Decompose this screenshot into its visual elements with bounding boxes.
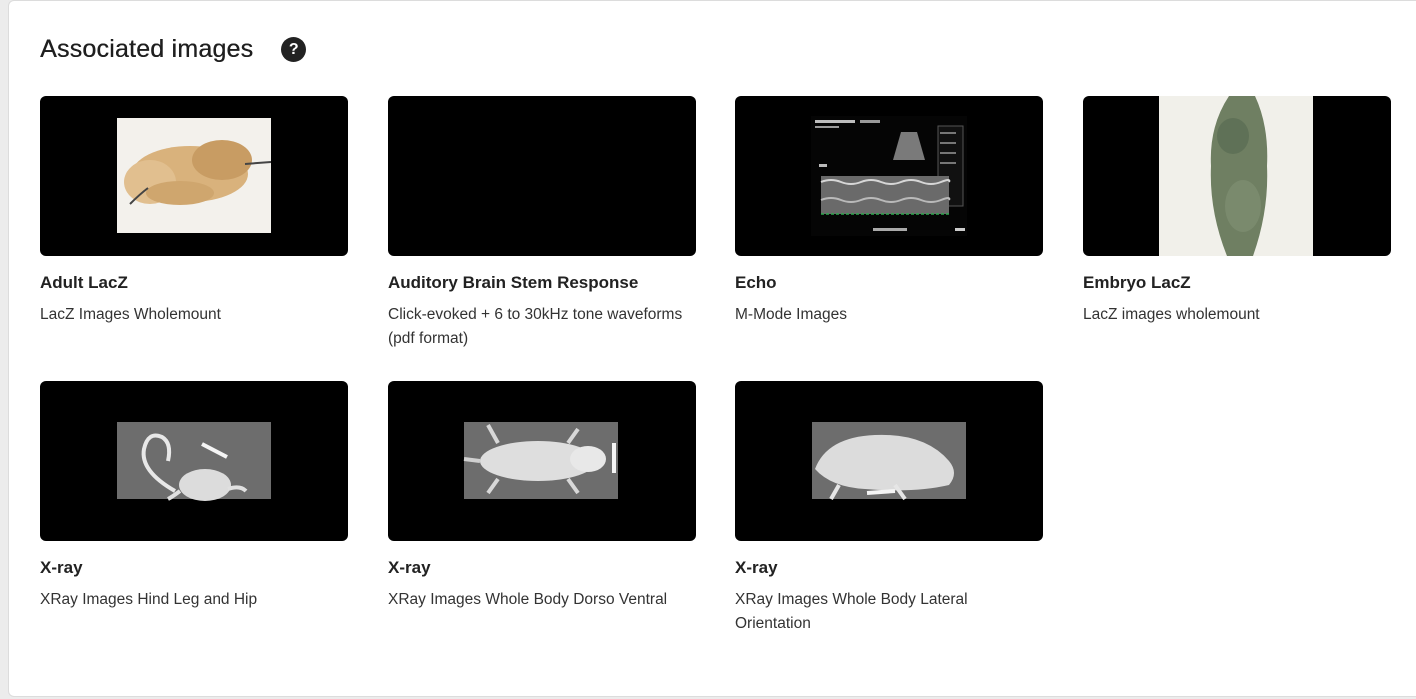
echo-thumbnail[interactable] xyxy=(735,96,1043,256)
auditory-brain-stem-thumbnail[interactable] xyxy=(388,96,696,256)
card-subtitle: XRay Images Hind Leg and Hip xyxy=(40,591,258,608)
associated-images-panel: Associated images ? Adult LacZ LacZ Imag… xyxy=(8,0,1416,697)
card-title[interactable]: Echo xyxy=(735,273,1043,293)
echo-mmode-image xyxy=(811,116,967,236)
card-title[interactable]: X-ray xyxy=(40,558,348,578)
card-subtitle: Click-evoked + 6 to 30kHz tone waveforms… xyxy=(388,306,683,347)
embryo-lacz-thumbnail[interactable] xyxy=(1083,96,1391,256)
image-card-auditory-brain-stem-response[interactable]: Auditory Brain Stem Response Click-evoke… xyxy=(388,96,696,351)
image-card-adult-lacz[interactable]: Adult LacZ LacZ Images Wholemount xyxy=(40,96,348,327)
section-header: Associated images ? xyxy=(40,35,307,64)
xray-lateral-thumbnail[interactable] xyxy=(735,381,1043,541)
card-title[interactable]: X-ray xyxy=(388,558,696,578)
card-subtitle: LacZ Images Wholemount xyxy=(40,306,221,323)
section-title: Associated images xyxy=(40,35,254,63)
card-subtitle: LacZ images wholemount xyxy=(1083,306,1260,323)
adult-lacz-thumbnail[interactable] xyxy=(40,96,348,256)
xray-lateral-image xyxy=(812,422,966,501)
image-card-xray-lateral[interactable]: X-ray XRay Images Whole Body Lateral Ori… xyxy=(735,381,1043,636)
embryo-lacz-image xyxy=(1159,96,1313,256)
adult-lacz-brain-image xyxy=(117,118,272,233)
card-subtitle: M-Mode Images xyxy=(735,306,847,323)
card-subtitle: XRay Images Whole Body Dorso Ventral xyxy=(388,591,668,608)
image-card-embryo-lacz[interactable]: Embryo LacZ LacZ images wholemount xyxy=(1083,96,1391,327)
xray-dorso-ventral-thumbnail[interactable] xyxy=(388,381,696,541)
card-title[interactable]: Adult LacZ xyxy=(40,273,348,293)
card-title[interactable]: Auditory Brain Stem Response xyxy=(388,273,696,293)
xray-dorso-ventral-image xyxy=(463,422,618,499)
help-icon[interactable]: ? xyxy=(281,37,307,62)
card-title[interactable]: Embryo LacZ xyxy=(1083,273,1391,293)
card-title[interactable]: X-ray xyxy=(735,558,1043,578)
image-card-xray-hind-leg[interactable]: X-ray XRay Images Hind Leg and Hip xyxy=(40,381,348,612)
card-subtitle: XRay Images Whole Body Lateral Orientati… xyxy=(735,591,968,632)
image-card-xray-dorso-ventral[interactable]: X-ray XRay Images Whole Body Dorso Ventr… xyxy=(388,381,696,612)
xray-hind-leg-image xyxy=(117,422,271,501)
xray-hind-leg-thumbnail[interactable] xyxy=(40,381,348,541)
image-card-echo[interactable]: Echo M-Mode Images xyxy=(735,96,1043,327)
